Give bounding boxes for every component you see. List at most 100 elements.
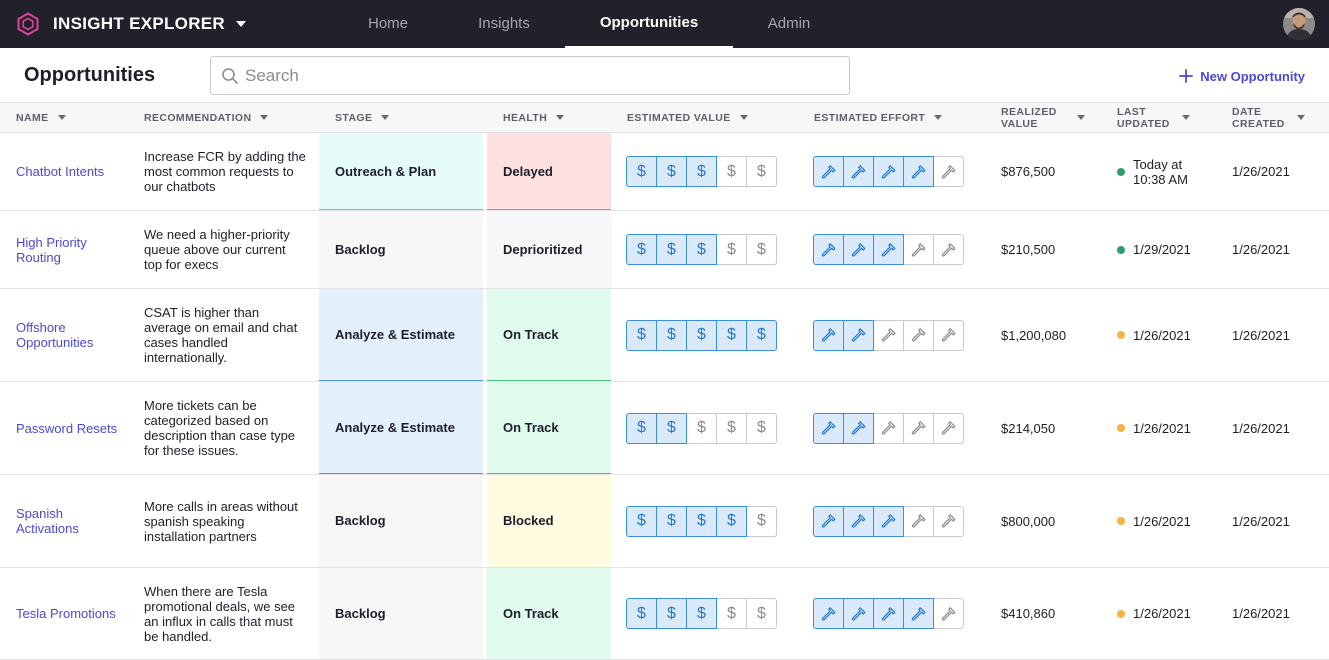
- column-header-health[interactable]: HEALTH: [503, 103, 565, 132]
- effort-level-button[interactable]: [843, 412, 874, 444]
- estimated-effort-rating[interactable]: [813, 319, 964, 351]
- table-row[interactable]: Password Resets More tickets can be cate…: [0, 382, 1329, 475]
- dollar-icon[interactable]: $: [626, 319, 657, 351]
- dollar-icon[interactable]: $: [626, 598, 657, 629]
- effort-level-button[interactable]: [813, 319, 844, 351]
- effort-level-button[interactable]: [933, 156, 964, 187]
- dollar-icon[interactable]: $: [716, 234, 747, 265]
- dollar-icon[interactable]: $: [716, 319, 747, 351]
- tab-opportunities[interactable]: Opportunities: [565, 0, 733, 48]
- dollar-icon[interactable]: $: [626, 156, 657, 187]
- stage-cell[interactable]: Backlog: [319, 475, 483, 567]
- table-row[interactable]: Spanish Activations More calls in areas …: [0, 475, 1329, 568]
- estimated-value-rating[interactable]: $ $ $ $ $: [626, 598, 777, 629]
- dollar-icon[interactable]: $: [746, 234, 777, 265]
- effort-level-button[interactable]: [903, 319, 934, 351]
- dollar-icon[interactable]: $: [656, 598, 687, 629]
- column-header-date-created[interactable]: DATE CREATED: [1232, 103, 1305, 132]
- health-cell[interactable]: Delayed: [487, 133, 611, 210]
- effort-level-button[interactable]: [873, 156, 904, 187]
- opportunity-name-link[interactable]: Spanish Activations: [16, 506, 126, 536]
- tab-admin[interactable]: Admin: [752, 0, 826, 48]
- effort-level-button[interactable]: [933, 412, 964, 444]
- search-input[interactable]: [245, 57, 840, 94]
- dollar-icon[interactable]: $: [686, 156, 717, 187]
- stage-cell[interactable]: Analyze & Estimate: [319, 382, 483, 474]
- table-row[interactable]: Chatbot Intents Increase FCR by adding t…: [0, 133, 1329, 211]
- column-header-estimated-value[interactable]: ESTIMATED VALUE: [627, 103, 748, 132]
- dollar-icon[interactable]: $: [686, 598, 717, 629]
- estimated-value-rating[interactable]: $ $ $ $ $: [626, 319, 777, 351]
- effort-level-button[interactable]: [843, 505, 874, 537]
- column-header-last-updated[interactable]: LAST UPDATED: [1117, 103, 1190, 132]
- estimated-effort-rating[interactable]: [813, 505, 964, 537]
- opportunity-name-link[interactable]: Password Resets: [16, 421, 117, 436]
- estimated-value-rating[interactable]: $ $ $ $ $: [626, 505, 777, 537]
- effort-level-button[interactable]: [813, 598, 844, 629]
- effort-level-button[interactable]: [843, 234, 874, 265]
- effort-level-button[interactable]: [903, 156, 934, 187]
- effort-level-button[interactable]: [933, 505, 964, 537]
- effort-level-button[interactable]: [813, 234, 844, 265]
- stage-cell[interactable]: Analyze & Estimate: [319, 289, 483, 381]
- dollar-icon[interactable]: $: [656, 505, 687, 537]
- dollar-icon[interactable]: $: [626, 234, 657, 265]
- health-cell[interactable]: On Track: [487, 289, 611, 381]
- dollar-icon[interactable]: $: [686, 234, 717, 265]
- health-cell[interactable]: Deprioritized: [487, 211, 611, 288]
- dollar-icon[interactable]: $: [746, 505, 777, 537]
- dollar-icon[interactable]: $: [746, 598, 777, 629]
- effort-level-button[interactable]: [873, 412, 904, 444]
- table-row[interactable]: High Priority Routing We need a higher-p…: [0, 211, 1329, 289]
- dollar-icon[interactable]: $: [656, 319, 687, 351]
- tab-home[interactable]: Home: [352, 0, 424, 48]
- dollar-icon[interactable]: $: [746, 156, 777, 187]
- estimated-effort-rating[interactable]: [813, 412, 964, 444]
- dollar-icon[interactable]: $: [716, 412, 747, 444]
- effort-level-button[interactable]: [903, 598, 934, 629]
- effort-level-button[interactable]: [873, 505, 904, 537]
- effort-level-button[interactable]: [933, 598, 964, 629]
- search-field[interactable]: [210, 56, 850, 95]
- column-header-stage[interactable]: STAGE: [335, 103, 390, 132]
- effort-level-button[interactable]: [873, 319, 904, 351]
- dollar-icon[interactable]: $: [746, 319, 777, 351]
- estimated-value-rating[interactable]: $ $ $ $ $: [626, 412, 777, 444]
- app-switcher[interactable]: INSIGHT EXPLORER: [16, 0, 246, 48]
- dollar-icon[interactable]: $: [716, 598, 747, 629]
- column-header-name[interactable]: NAME: [16, 103, 66, 132]
- table-row[interactable]: Offshore Opportunities CSAT is higher th…: [0, 289, 1329, 382]
- effort-level-button[interactable]: [903, 505, 934, 537]
- effort-level-button[interactable]: [843, 598, 874, 629]
- estimated-value-rating[interactable]: $ $ $ $ $: [626, 156, 777, 187]
- effort-level-button[interactable]: [933, 234, 964, 265]
- effort-level-button[interactable]: [813, 412, 844, 444]
- stage-cell[interactable]: Backlog: [319, 568, 483, 659]
- opportunity-name-link[interactable]: High Priority Routing: [16, 235, 126, 265]
- effort-level-button[interactable]: [843, 319, 874, 351]
- dollar-icon[interactable]: $: [656, 156, 687, 187]
- health-cell[interactable]: On Track: [487, 382, 611, 474]
- estimated-effort-rating[interactable]: [813, 598, 964, 629]
- column-header-recommendation[interactable]: RECOMMENDATION: [144, 103, 269, 132]
- stage-cell[interactable]: Backlog: [319, 211, 483, 288]
- tab-insights[interactable]: Insights: [462, 0, 546, 48]
- dollar-icon[interactable]: $: [626, 412, 657, 444]
- user-avatar[interactable]: [1283, 8, 1315, 40]
- dollar-icon[interactable]: $: [656, 234, 687, 265]
- dollar-icon[interactable]: $: [686, 412, 717, 444]
- effort-level-button[interactable]: [843, 156, 874, 187]
- effort-level-button[interactable]: [933, 319, 964, 351]
- column-header-estimated-effort[interactable]: ESTIMATED EFFORT: [814, 103, 943, 132]
- effort-level-button[interactable]: [903, 412, 934, 444]
- column-header-realized-value[interactable]: REALIZED VALUE: [1001, 103, 1085, 132]
- opportunity-name-link[interactable]: Offshore Opportunities: [16, 320, 126, 350]
- dollar-icon[interactable]: $: [746, 412, 777, 444]
- table-row[interactable]: Tesla Promotions When there are Tesla pr…: [0, 568, 1329, 660]
- opportunity-name-link[interactable]: Chatbot Intents: [16, 164, 104, 179]
- effort-level-button[interactable]: [903, 234, 934, 265]
- effort-level-button[interactable]: [813, 505, 844, 537]
- new-opportunity-button[interactable]: New Opportunity: [1179, 66, 1305, 86]
- effort-level-button[interactable]: [813, 156, 844, 187]
- stage-cell[interactable]: Outreach & Plan: [319, 133, 483, 210]
